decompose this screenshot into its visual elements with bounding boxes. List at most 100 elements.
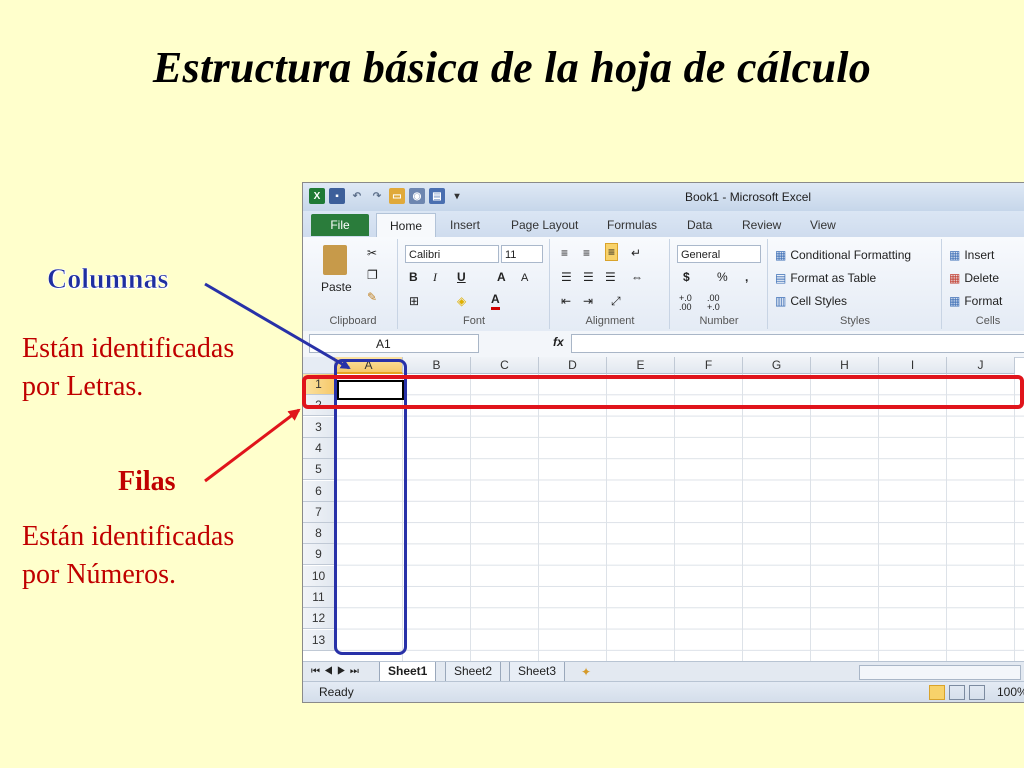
tab-formulas[interactable]: Formulas xyxy=(607,218,657,232)
font-color-button[interactable]: A xyxy=(491,291,500,310)
row-header-6[interactable]: 6 xyxy=(303,480,335,502)
increase-decimal-button[interactable]: +.0 .00 xyxy=(679,294,703,312)
page-layout-view-icon[interactable] xyxy=(949,685,965,700)
columns-text-line-2: por Letras. xyxy=(22,371,144,402)
decrease-decimal-button[interactable]: .00 +.0 xyxy=(707,294,731,312)
normal-view-icon[interactable] xyxy=(929,685,945,700)
column-header-e[interactable]: E xyxy=(607,357,675,374)
quick-print-icon[interactable]: ▤ xyxy=(429,188,445,204)
sheet-tab-3[interactable]: Sheet3 xyxy=(509,662,566,682)
cut-icon[interactable]: ✂ xyxy=(367,245,377,261)
shrink-font-button[interactable]: A xyxy=(521,270,528,286)
alignment-label: Alignment xyxy=(585,315,635,327)
tab-page-layout[interactable]: Page Layout xyxy=(511,218,578,232)
column-header-c[interactable]: C xyxy=(471,357,539,374)
zoom-level[interactable]: 100% xyxy=(997,682,1024,702)
alignment-group: ≡ ≡ ≡ ↵ ☰ ☰ ☰ ⇔ ⇤ ⇥ ⤢ Alignment xyxy=(551,239,670,329)
page-break-view-icon[interactable] xyxy=(969,685,985,700)
insert-function-button[interactable]: fx xyxy=(553,335,564,349)
align-middle-icon[interactable]: ≡ xyxy=(583,245,590,261)
tab-insert[interactable]: Insert xyxy=(450,218,480,232)
italic-button[interactable]: I xyxy=(433,269,437,285)
copy-icon[interactable]: ❐ xyxy=(367,267,378,283)
conditional-formatting-button[interactable]: ▦ Conditional Formatting xyxy=(775,247,911,263)
new-sheet-icon[interactable]: ✦ xyxy=(581,664,591,680)
horizontal-scrollbar[interactable] xyxy=(859,665,1021,680)
sheet-nav-icon[interactable]: ⏮◀▶⏭ xyxy=(311,664,363,680)
underline-button[interactable]: U xyxy=(457,269,466,285)
print-preview-icon[interactable]: ◉ xyxy=(409,188,425,204)
sheet-tab-bar: ⏮◀▶⏭ Sheet1 Sheet2 Sheet3 ✦ xyxy=(303,661,1024,682)
align-right-icon[interactable]: ☰ xyxy=(605,269,616,285)
number-format-select[interactable]: General xyxy=(677,245,761,263)
percent-button[interactable]: % xyxy=(717,269,728,285)
save-icon[interactable]: ▪ xyxy=(329,188,345,204)
orientation-icon[interactable]: ⤢ xyxy=(611,293,621,309)
format-cells-button[interactable]: ▦ Format xyxy=(949,293,1002,309)
fill-color-icon[interactable]: ◈ xyxy=(457,293,466,309)
undo-icon[interactable]: ↶ xyxy=(349,188,365,204)
excel-logo-icon[interactable]: X xyxy=(309,188,325,204)
merge-center-icon[interactable]: ⇔ xyxy=(631,269,643,285)
align-left-icon[interactable]: ☰ xyxy=(561,269,572,285)
tab-file[interactable]: File xyxy=(311,214,369,236)
row-header-3[interactable]: 3 xyxy=(303,416,335,438)
window-title: Book1 - Microsoft Excel xyxy=(685,190,812,204)
cell-area[interactable] xyxy=(335,374,1024,661)
conditional-formatting-label: Conditional Formatting xyxy=(790,248,912,262)
delete-cells-button[interactable]: ▦ Delete xyxy=(949,270,999,286)
status-bar: Ready 100% xyxy=(303,681,1024,702)
row-header-5[interactable]: 5 xyxy=(303,459,335,481)
borders-icon[interactable]: ⊞ xyxy=(409,293,419,309)
tab-home[interactable]: Home xyxy=(376,213,436,238)
rows-text-line-2: por Números. xyxy=(22,559,176,590)
column-header-i[interactable]: I xyxy=(879,357,947,374)
grow-font-button[interactable]: A xyxy=(497,269,506,285)
column-header-j[interactable]: J xyxy=(947,357,1015,374)
insert-cells-button[interactable]: ▦ Insert xyxy=(949,247,994,263)
row-header-9[interactable]: 9 xyxy=(303,544,335,566)
row-header-13[interactable]: 13 xyxy=(303,629,335,651)
cell-styles-button[interactable]: ▥ Cell Styles xyxy=(775,293,847,309)
column-header-b[interactable]: B xyxy=(403,357,471,374)
formula-input[interactable] xyxy=(571,334,1024,353)
format-cells-label: Format xyxy=(964,294,1003,308)
row-header-12[interactable]: 12 xyxy=(303,608,335,630)
row-header-7[interactable]: 7 xyxy=(303,501,335,523)
paste-icon[interactable] xyxy=(323,245,347,275)
column-header-h[interactable]: H xyxy=(811,357,879,374)
redo-icon[interactable]: ↷ xyxy=(369,188,385,204)
format-painter-icon[interactable]: ✎ xyxy=(367,289,377,305)
wrap-text-icon[interactable]: ↵ xyxy=(631,245,641,261)
align-top-icon[interactable]: ≡ xyxy=(561,245,568,261)
row-header-4[interactable]: 4 xyxy=(303,437,335,459)
increase-indent-icon[interactable]: ⇥ xyxy=(583,293,593,309)
column-header-g[interactable]: G xyxy=(743,357,811,374)
row-header-10[interactable]: 10 xyxy=(303,565,335,587)
name-box[interactable]: A1 xyxy=(309,334,479,353)
align-bottom-icon[interactable]: ≡ xyxy=(605,243,619,261)
tab-review[interactable]: Review xyxy=(742,218,781,232)
tab-data[interactable]: Data xyxy=(687,218,712,232)
decrease-indent-icon[interactable]: ⇤ xyxy=(561,293,571,309)
tab-view[interactable]: View xyxy=(810,218,836,232)
styles-group: ▦ Conditional Formatting ▤ Format as Tab… xyxy=(769,239,942,329)
open-folder-icon[interactable]: ▭ xyxy=(389,188,405,204)
comma-button[interactable]: , xyxy=(745,269,748,285)
row-header-11[interactable]: 11 xyxy=(303,587,335,608)
sheet-tab-2[interactable]: Sheet2 xyxy=(445,662,502,682)
bold-button[interactable]: B xyxy=(409,269,418,285)
customize-toolbar-icon[interactable]: ▾ xyxy=(449,188,465,204)
font-size-select[interactable]: 11 xyxy=(501,245,543,263)
select-all-corner[interactable] xyxy=(303,357,335,374)
paste-button[interactable]: Paste xyxy=(321,279,352,295)
sheet-tab-1[interactable]: Sheet1 xyxy=(379,662,437,682)
currency-button[interactable]: $ xyxy=(683,269,690,285)
number-group: General $ % , +.0 .00 .00 +.0 Number xyxy=(671,239,768,329)
font-name-select[interactable]: Calibri xyxy=(405,245,499,263)
align-center-icon[interactable]: ☰ xyxy=(583,269,594,285)
format-as-table-button[interactable]: ▤ Format as Table xyxy=(775,270,876,286)
column-header-f[interactable]: F xyxy=(675,357,743,374)
column-header-d[interactable]: D xyxy=(539,357,607,374)
row-header-8[interactable]: 8 xyxy=(303,523,335,545)
